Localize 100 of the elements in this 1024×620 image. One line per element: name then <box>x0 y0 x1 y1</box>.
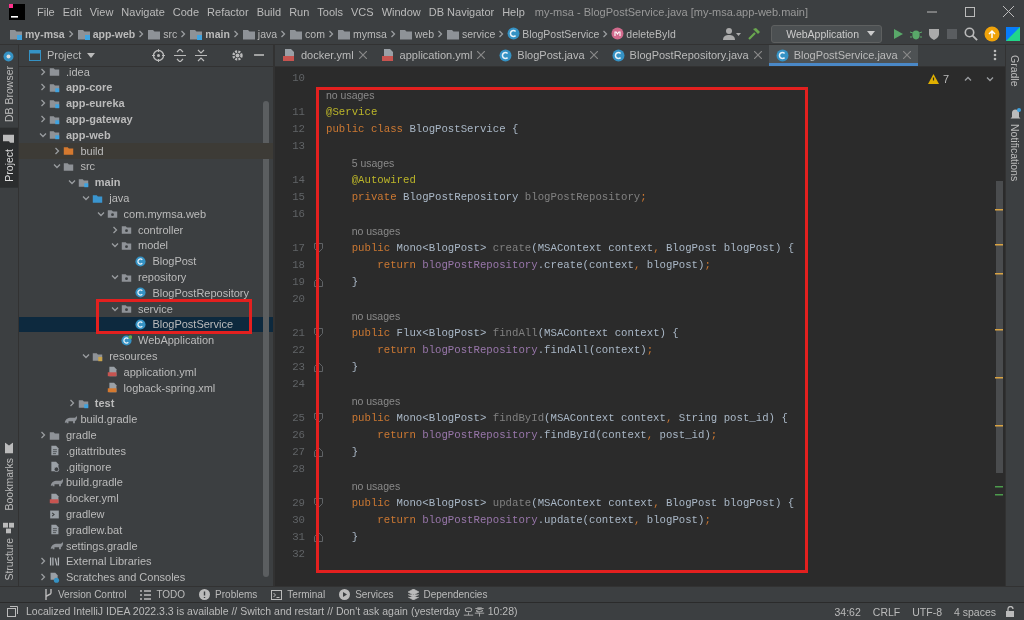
tree-item[interactable]: test <box>65 397 117 409</box>
menu-item[interactable]: Code <box>168 0 204 23</box>
tool-window-button[interactable]: Terminal <box>271 589 326 601</box>
status-item[interactable]: 4 spaces <box>947 605 1002 618</box>
menu-item[interactable]: File <box>33 0 59 23</box>
breadcrumb-item[interactable]: deleteById <box>610 27 677 41</box>
breadcrumb-item[interactable]: web <box>397 26 436 41</box>
status-item[interactable]: 34:62 <box>828 605 867 618</box>
tree-item[interactable]: service <box>109 303 175 315</box>
tree-item[interactable]: build.gradle <box>51 413 140 425</box>
breadcrumb-item[interactable]: main <box>188 26 231 41</box>
line-number: 32 <box>291 548 305 561</box>
side-tab[interactable]: Notifications <box>1006 102 1024 188</box>
tool-window-button[interactable]: Problems <box>199 589 258 601</box>
tree-item[interactable]: build.gradle <box>37 476 125 488</box>
side-tab[interactable]: Project <box>0 127 18 188</box>
tree-item[interactable]: WebApplication <box>109 334 217 346</box>
tree-item[interactable]: app-eureka <box>37 97 127 109</box>
tree-item[interactable]: main <box>65 176 123 188</box>
tree-item[interactable]: src <box>51 160 98 172</box>
menu-item[interactable]: VCS <box>347 0 378 23</box>
tool-window-button[interactable]: Dependencies <box>407 589 488 601</box>
tree-item[interactable]: gradle <box>37 429 99 441</box>
line-number: 14 <box>291 174 305 187</box>
breadcrumb-item[interactable]: mymsa <box>335 26 388 41</box>
tool-window-button[interactable]: TODO <box>140 589 186 601</box>
editor-tab[interactable]: application.yml <box>373 44 493 66</box>
tree-item[interactable]: logback-spring.xml <box>94 382 218 394</box>
menu-item[interactable]: View <box>85 0 118 23</box>
tree-item[interactable]: repository <box>109 271 189 283</box>
code-line: public Flux<BlogPost> findAll(MSAContext context) { <box>350 327 679 340</box>
window-title: my-msa - BlogPostService.java [my-msa.app-web.main] <box>534 5 809 18</box>
tree-item[interactable]: .gitattributes <box>37 445 128 457</box>
tool-window-button[interactable]: Version Control <box>44 589 127 601</box>
menu-item[interactable]: Navigate <box>117 0 169 23</box>
breadcrumb-item[interactable]: com <box>288 26 326 41</box>
editor-tab[interactable]: BlogPostService.java <box>768 44 918 66</box>
menu-item[interactable]: Run <box>285 0 314 23</box>
tree-item[interactable]: BlogPostRepository <box>123 287 251 299</box>
editor-tab[interactable]: BlogPost.java <box>492 44 605 66</box>
menu-item[interactable]: Edit <box>58 0 86 23</box>
code-line: return blogPostRepository.findAll(context); <box>376 344 654 357</box>
menu-item[interactable]: Help <box>498 0 529 23</box>
status-item[interactable]: UTF-8 <box>906 605 948 618</box>
tree-item[interactable]: Scratches and Consoles <box>37 571 188 583</box>
tree-item[interactable]: gradlew.bat <box>37 524 125 536</box>
breadcrumb-item[interactable]: java <box>240 26 279 41</box>
menu-item[interactable]: DB Navigator <box>424 0 499 23</box>
tree-item[interactable]: controller <box>109 224 186 236</box>
panel-title[interactable]: Project <box>25 49 100 62</box>
menu-item[interactable]: Refactor <box>203 0 253 23</box>
line-number: 13 <box>291 140 305 153</box>
breadcrumb-item[interactable]: BlogPostService <box>506 27 601 41</box>
tree-item[interactable]: model <box>109 239 170 251</box>
usage-hint[interactable]: no usages <box>326 89 375 102</box>
code-line: public Mono<BlogPost> update(MSAContext context, BlogPost blogPost) { <box>350 497 795 510</box>
tree-item[interactable]: java <box>80 192 132 204</box>
editor-tab[interactable]: docker.yml <box>275 44 374 66</box>
menu-item[interactable]: Build <box>252 0 286 23</box>
usage-hint[interactable]: no usages <box>351 395 401 408</box>
line-number: 31 <box>291 531 305 544</box>
breadcrumb-item[interactable]: my-msa <box>8 26 66 41</box>
line-number: 21 <box>291 327 305 340</box>
side-tab[interactable]: DB Browser <box>0 44 18 128</box>
side-tab[interactable]: Bookmarks <box>0 437 18 517</box>
usage-hint[interactable]: no usages <box>351 480 401 493</box>
tree-item[interactable]: build <box>51 145 106 157</box>
usage-hint[interactable]: no usages <box>351 310 401 323</box>
status-message: Localized IntelliJ IDEA 2022.3.3 is available // Switch and restart // Don't ask again (yesterday 오후 10:28) <box>26 604 518 619</box>
tree-item[interactable]: gradlew <box>37 508 107 520</box>
line-number: 23 <box>291 361 305 374</box>
line-number: 24 <box>291 378 305 391</box>
tree-item[interactable]: app-core <box>37 82 115 93</box>
menu-item[interactable]: Tools <box>313 0 347 23</box>
tree-item[interactable]: app-web <box>37 129 113 141</box>
status-item[interactable]: CRLF <box>866 605 907 618</box>
tree-item[interactable]: docker.yml <box>37 492 121 504</box>
tree-item[interactable]: app-gateway <box>37 113 135 125</box>
menu-item[interactable]: Window <box>377 0 425 23</box>
tree-item[interactable]: com.mymsa.web <box>94 208 209 220</box>
side-tab[interactable]: Gradle <box>1006 48 1024 93</box>
tool-window-button[interactable]: Services <box>339 589 394 601</box>
tree-item[interactable]: application.yml <box>94 366 199 378</box>
code-line: @Autowired <box>350 174 416 187</box>
usage-hint[interactable]: no usages <box>351 225 401 238</box>
tree-item[interactable]: .gitignore <box>37 461 114 473</box>
line-number: 25 <box>291 412 305 425</box>
tree-item[interactable]: BlogPostService <box>123 318 236 330</box>
run-config-dropdown[interactable]: WebApplication <box>771 24 882 43</box>
breadcrumb-item[interactable]: app-web <box>75 26 137 41</box>
tree-item[interactable]: BlogPost <box>123 255 199 267</box>
breadcrumb-item[interactable]: src <box>146 26 179 41</box>
usage-hint[interactable]: 5 usages <box>351 157 395 170</box>
editor-tab[interactable]: BlogPostRepository.java <box>604 44 769 66</box>
tree-item[interactable]: settings.gradle <box>37 540 140 552</box>
breadcrumb-item[interactable]: service <box>445 26 497 41</box>
tree-item[interactable]: resources <box>80 350 160 362</box>
side-tab[interactable]: Structure <box>0 516 18 587</box>
tree-item[interactable]: External Libraries <box>37 555 154 567</box>
tree-item[interactable]: .idea <box>37 66 92 78</box>
